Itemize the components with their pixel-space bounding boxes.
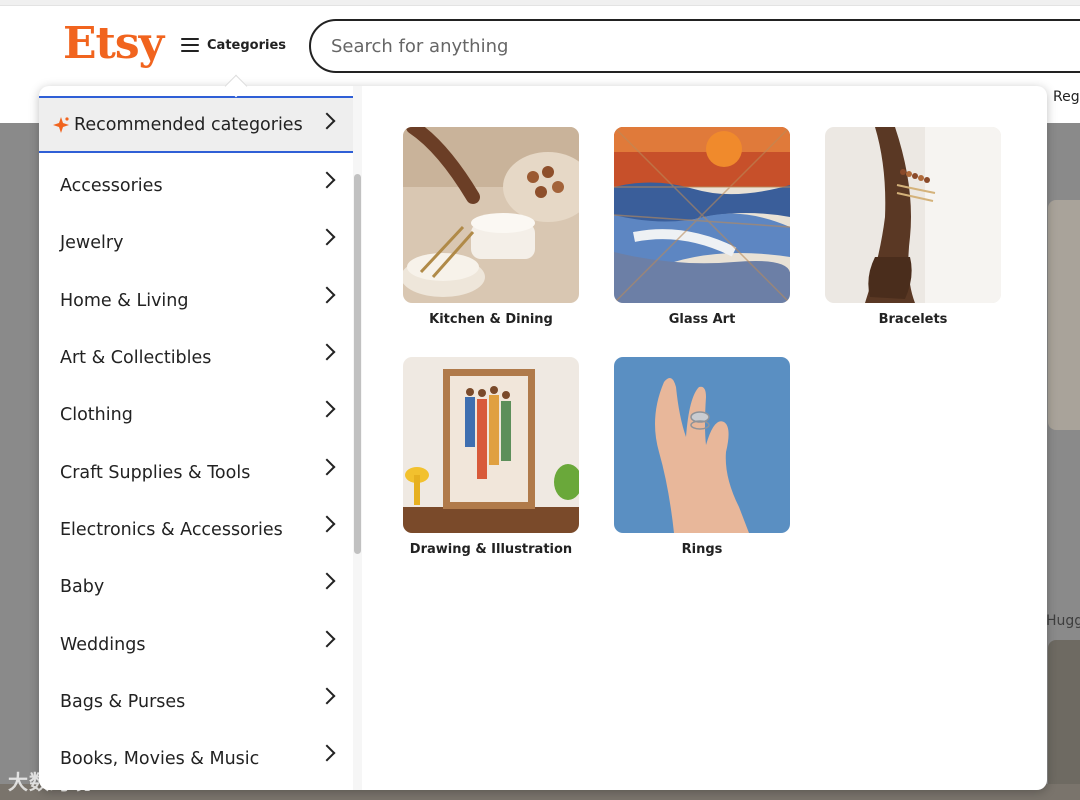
chevron-right-icon (318, 400, 336, 418)
bracelets-image (825, 127, 1001, 303)
category-tile-rings[interactable]: Rings (614, 357, 790, 557)
drawing-illustration-image (403, 357, 579, 533)
sidebar-item-baby[interactable]: Baby (39, 558, 353, 615)
hamburger-menu-icon (181, 38, 199, 52)
watermark-text: 大数跨境 (8, 770, 92, 794)
background-product-image (1048, 200, 1080, 430)
categories-dropdown: Recommended categories Accessories Jewel… (39, 86, 1047, 790)
sidebar-item-label: Weddings (60, 634, 146, 655)
sidebar-item-label: Home & Living (60, 290, 189, 311)
category-tile-drawing-illustration[interactable]: Drawing & Illustration (403, 357, 579, 557)
sidebar-item-label: Electronics & Accessories (60, 519, 283, 540)
tile-caption: Rings (681, 542, 723, 557)
category-tile-bracelets[interactable]: Bracelets (825, 127, 1001, 327)
sidebar-item-label: Art & Collectibles (60, 347, 212, 368)
background-listing-text: Hugg (1046, 613, 1080, 629)
chevron-right-icon (318, 687, 336, 705)
chevron-right-icon (318, 228, 336, 246)
sidebar-item-label: Craft Supplies & Tools (60, 462, 251, 483)
etsy-logo[interactable]: Etsy (63, 18, 164, 69)
background-product-image (1048, 640, 1080, 800)
search-input[interactable] (331, 33, 1031, 59)
kitchen-dining-image (403, 127, 579, 303)
sidebar-item-label: Baby (60, 576, 105, 597)
sidebar-item-jewelry[interactable]: Jewelry (39, 214, 353, 271)
category-tile-glass-art[interactable]: Glass Art (614, 127, 790, 327)
search-bar[interactable] (309, 19, 1080, 73)
sidebar-scrollbar-thumb[interactable] (354, 174, 361, 554)
register-link[interactable]: Reg (1053, 89, 1080, 105)
chevron-right-icon (318, 744, 336, 762)
chevron-right-icon (318, 112, 336, 130)
tile-caption: Kitchen & Dining (429, 312, 553, 327)
sidebar-item-weddings[interactable]: Weddings (39, 616, 353, 673)
chevron-right-icon (318, 515, 336, 533)
category-tile-kitchen-dining[interactable]: Kitchen & Dining (403, 127, 579, 327)
sidebar-item-label: Recommended categories (74, 114, 303, 135)
sidebar-item-recommended[interactable]: Recommended categories (39, 96, 353, 153)
sidebar-item-label: Accessories (60, 175, 163, 196)
sidebar-item-home-living[interactable]: Home & Living (39, 272, 353, 329)
sidebar-item-label: Bags & Purses (60, 691, 186, 712)
sidebar-item-accessories[interactable]: Accessories (39, 157, 353, 214)
sidebar-item-electronics[interactable]: Electronics & Accessories (39, 501, 353, 558)
chevron-right-icon (318, 458, 336, 476)
categories-sidebar: Recommended categories Accessories Jewel… (39, 86, 362, 790)
glass-art-image (614, 127, 790, 303)
categories-button[interactable]: Categories (181, 33, 286, 57)
chevron-right-icon (318, 286, 336, 304)
tile-caption: Glass Art (668, 312, 736, 327)
tile-caption: Bracelets (878, 312, 948, 327)
chevron-right-icon (318, 343, 336, 361)
chevron-right-icon (318, 572, 336, 590)
tile-caption: Drawing & Illustration (409, 542, 573, 557)
sidebar-item-art-collectibles[interactable]: Art & Collectibles (39, 329, 353, 386)
rings-image (614, 357, 790, 533)
categories-label: Categories (207, 37, 287, 53)
chevron-right-icon (318, 171, 336, 189)
sidebar-item-clothing[interactable]: Clothing (39, 386, 353, 443)
sidebar-item-bags-purses[interactable]: Bags & Purses (39, 673, 353, 730)
sidebar-item-label: Clothing (60, 404, 133, 425)
sidebar-item-label: Jewelry (60, 232, 124, 253)
sparkle-icon (52, 116, 70, 134)
sidebar-item-craft-supplies[interactable]: Craft Supplies & Tools (39, 444, 353, 501)
chevron-right-icon (318, 630, 336, 648)
